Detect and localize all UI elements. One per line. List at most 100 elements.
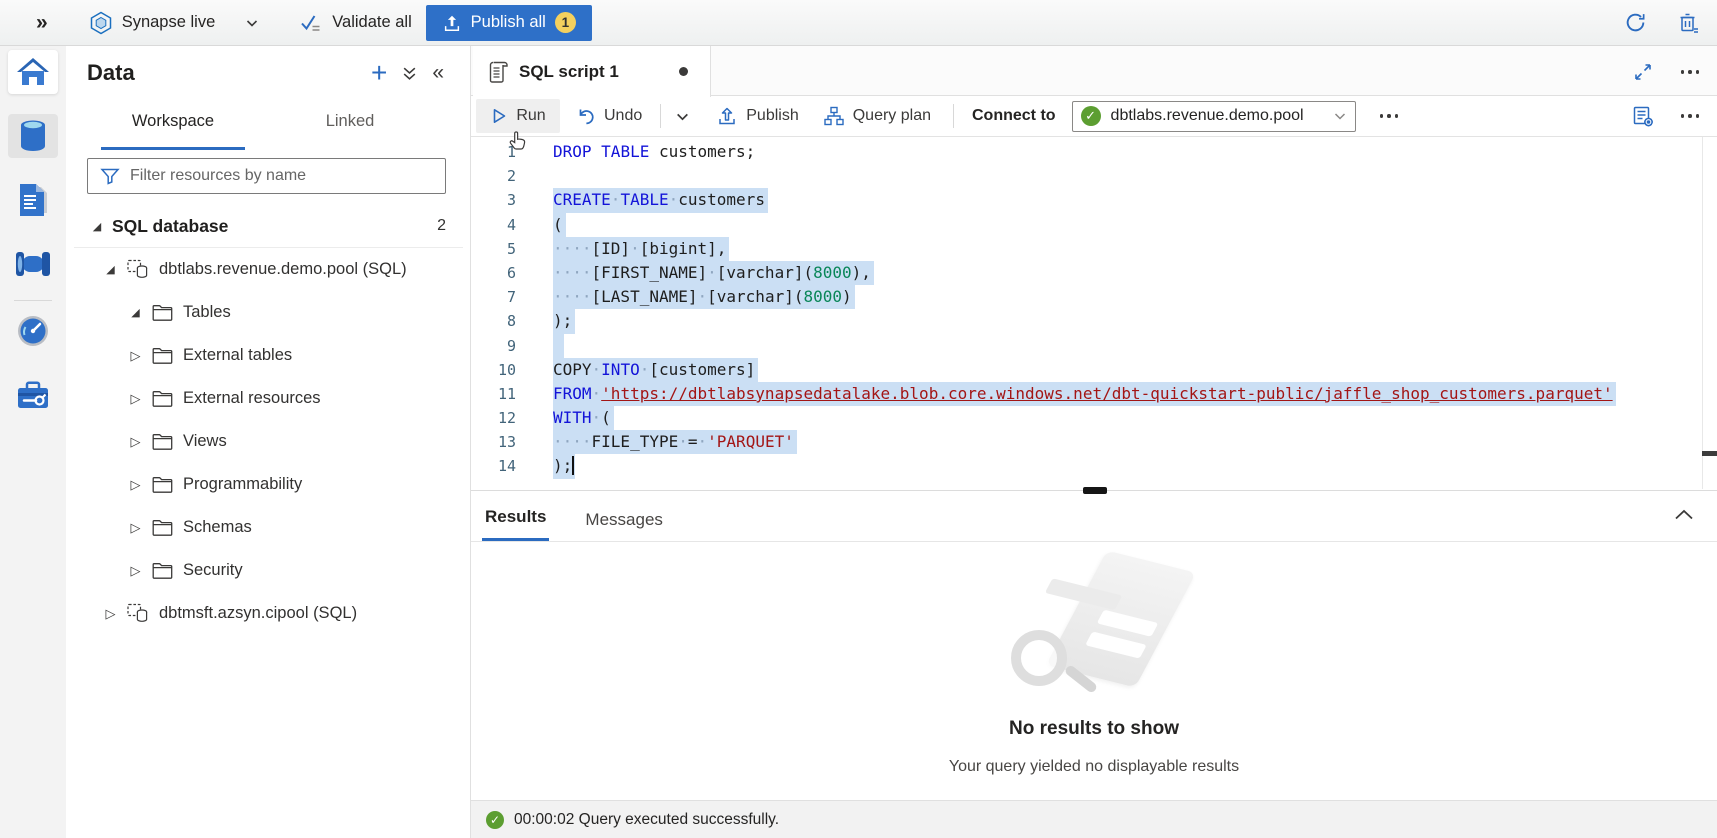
code-line-4[interactable]: ( xyxy=(553,213,1717,237)
code-line-6[interactable]: ····[FIRST_NAME]·[varchar](8000), xyxy=(553,261,1717,285)
splitter-drag-handle[interactable] xyxy=(1083,487,1107,494)
tree-item-dbtmsft-azsyn-cipool-sql[interactable]: ▷dbtmsft.azsyn.cipool (SQL) xyxy=(66,592,470,635)
properties-icon[interactable] xyxy=(1631,104,1655,128)
line-number: 1 xyxy=(471,140,516,164)
tree-item-programmability[interactable]: ▷ Programmability xyxy=(66,463,470,506)
line-number-gutter: 1234567891011121314 xyxy=(471,137,540,489)
expand-toggle-icon[interactable]: ▷ xyxy=(128,477,143,493)
query-plan-button[interactable]: Query plan xyxy=(823,105,931,127)
magnifier-icon xyxy=(1011,630,1067,686)
expand-toggle-icon[interactable]: ▷ xyxy=(128,520,143,536)
query-plan-icon xyxy=(823,105,845,127)
tree-item-views[interactable]: ▷Views xyxy=(66,420,470,463)
expand-editor-icon[interactable] xyxy=(1633,62,1653,82)
expand-toggle-icon[interactable]: ▷ xyxy=(103,606,118,622)
code-line-8[interactable]: ); xyxy=(553,309,1717,333)
publish-all-label: Publish all xyxy=(471,13,546,32)
folder-icon xyxy=(152,519,173,536)
data-explorer-panel: Data + « Workspace Linked ◢ SQL database… xyxy=(66,46,471,838)
toolbar-more-options-icon[interactable] xyxy=(1380,114,1399,118)
publish-all-button[interactable]: Publish all 1 xyxy=(426,5,592,41)
expand-toggle-icon[interactable]: ◢ xyxy=(128,306,143,319)
tree-item-tables[interactable]: ◢ Tables xyxy=(66,291,470,334)
tree-item-label: dbtlabs.revenue.demo.pool (SQL) xyxy=(159,260,407,279)
expand-rail-icon[interactable]: » xyxy=(36,11,48,35)
code-line-7[interactable]: ····[LAST_NAME]·[varchar](8000) xyxy=(553,285,1717,309)
tree-item-external-resources[interactable]: ▷External resources xyxy=(66,377,470,420)
nav-manage[interactable] xyxy=(8,373,58,417)
environment-switcher[interactable]: Synapse live xyxy=(90,11,260,35)
code-line-12[interactable]: WITH·( xyxy=(553,406,1717,430)
nav-home[interactable] xyxy=(8,50,58,94)
nav-integrate[interactable] xyxy=(8,242,58,286)
expand-toggle-icon[interactable]: ▷ xyxy=(128,563,143,579)
collapse-panel-icon[interactable]: « xyxy=(432,63,444,83)
chevron-down-icon[interactable] xyxy=(245,16,259,30)
refresh-icon[interactable] xyxy=(1624,11,1647,34)
code-line-11[interactable]: FROM·'https://dbtlabsynapsedatalake.blob… xyxy=(553,382,1717,406)
publish-button[interactable]: Publish xyxy=(716,105,798,127)
undo-button[interactable]: Undo xyxy=(576,106,642,126)
code-area[interactable]: DROP TABLE customers; CREATE·TABLE·custom… xyxy=(540,137,1717,489)
nav-monitor[interactable] xyxy=(8,309,58,353)
tab-workspace[interactable]: Workspace xyxy=(101,112,245,150)
code-line-14[interactable]: ); xyxy=(553,454,1717,478)
line-number: 3 xyxy=(471,188,516,212)
code-line-5[interactable]: ····[ID]·[bigint], xyxy=(553,237,1717,261)
code-line-9[interactable] xyxy=(553,334,1717,358)
double-chevron-down-icon[interactable] xyxy=(401,65,418,82)
tree-item-label: External tables xyxy=(183,346,292,365)
nav-develop[interactable] xyxy=(8,178,58,222)
code-line-13[interactable]: ····FILE_TYPE·=·'PARQUET' xyxy=(553,430,1717,454)
expand-toggle-icon[interactable]: ▷ xyxy=(128,391,143,407)
upload-icon xyxy=(442,13,462,33)
database-icon xyxy=(127,603,149,624)
editor-more-options-icon[interactable] xyxy=(1681,114,1700,118)
database-cylinder-icon xyxy=(16,118,50,154)
folder-icon xyxy=(152,562,173,579)
tab-more-options-icon[interactable] xyxy=(1681,70,1700,74)
tree-item-security[interactable]: ▷Security xyxy=(66,549,470,592)
code-line-10[interactable]: COPY·INTO·[customers] xyxy=(553,358,1717,382)
validate-all-button[interactable]: Validate all xyxy=(299,12,412,34)
expand-toggle-icon[interactable]: ◢ xyxy=(89,220,105,233)
validate-all-label: Validate all xyxy=(332,13,412,32)
tab-results[interactable]: Results xyxy=(482,507,549,541)
run-button[interactable]: Run xyxy=(476,99,560,133)
undo-split-chevron-icon[interactable] xyxy=(675,109,690,124)
expand-toggle-icon[interactable]: ▷ xyxy=(128,434,143,450)
synapse-studio-window: » Synapse live Validate all Publish all … xyxy=(0,0,1717,838)
query-status-bar: ✓ 00:00:02 Query executed successfully. xyxy=(471,800,1717,838)
tree-item-dbtlabs-revenue-demo-pool-sql[interactable]: ◢ dbtlabs.revenue.demo.pool (SQL) xyxy=(66,248,470,291)
add-resource-icon[interactable]: + xyxy=(371,62,387,84)
expand-toggle-icon[interactable]: ▷ xyxy=(128,348,143,364)
nav-data[interactable] xyxy=(8,114,58,158)
query-plan-label: Query plan xyxy=(853,107,931,125)
tree-item-label: Tables xyxy=(183,303,231,322)
tree-item-label: Programmability xyxy=(183,475,302,494)
tree-item-external-tables[interactable]: ▷ External tables xyxy=(66,334,470,377)
text-cursor xyxy=(572,456,574,475)
code-line-2[interactable] xyxy=(553,164,1717,188)
editor-scrollbar[interactable] xyxy=(1702,137,1717,489)
tree-item-label: Schemas xyxy=(183,518,252,537)
line-number: 4 xyxy=(471,213,516,237)
validate-check-icon xyxy=(299,12,323,34)
connect-to-dropdown[interactable]: ✓ dbtlabs.revenue.demo.pool xyxy=(1072,101,1356,132)
filter-resources-input[interactable] xyxy=(130,167,445,185)
scrollbar-thumb[interactable] xyxy=(1702,451,1717,456)
code-line-3[interactable]: CREATE·TABLE·customers xyxy=(553,188,1717,212)
line-number: 5 xyxy=(471,237,516,261)
database-icon xyxy=(127,259,149,280)
sql-code-editor[interactable]: 1234567891011121314 DROP TABLE customers… xyxy=(471,137,1717,489)
tab-sql-script-1[interactable]: SQL script 1 xyxy=(473,46,711,97)
database-tree: ◢ dbtlabs.revenue.demo.pool (SQL) ◢ Tables ▷… xyxy=(66,248,470,635)
discard-all-trash-icon[interactable] xyxy=(1677,11,1699,35)
code-line-1[interactable]: DROP TABLE customers; xyxy=(553,140,1717,164)
tab-linked[interactable]: Linked xyxy=(305,112,395,150)
collapse-results-chevron-icon[interactable] xyxy=(1673,507,1695,526)
expand-toggle-icon[interactable]: ◢ xyxy=(103,263,118,276)
tree-item-schemas[interactable]: ▷ Schemas xyxy=(66,506,470,549)
tab-messages[interactable]: Messages xyxy=(582,510,665,541)
tree-header-sql-database[interactable]: ◢ SQL database 2 xyxy=(66,205,470,247)
